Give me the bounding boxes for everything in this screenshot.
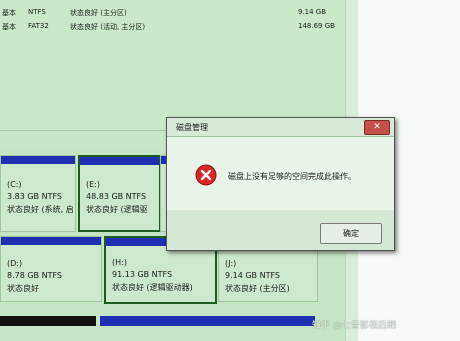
partition-name: (C:) (7, 180, 22, 189)
error-icon (195, 164, 217, 186)
volume-status: 状态良好 (主分区) (70, 9, 127, 17)
volume-row[interactable]: 基本 NTFS 状态良好 (主分区) 9.14 GB (0, 8, 345, 20)
unallocated-bar (0, 316, 96, 326)
partition-size: 9.14 GB NTFS (225, 271, 280, 280)
ok-button[interactable]: 确定 (320, 223, 382, 244)
watermark: 知乎 @七音影视后期 (312, 321, 396, 331)
volume-type: 基本 (2, 9, 16, 17)
volume-filesystem: FAT32 (28, 22, 49, 30)
partition-size: 8.78 GB NTFS (7, 271, 62, 280)
partition-size: 48.83 GB NTFS (86, 192, 147, 201)
partition-bar (80, 157, 159, 165)
partition-bar (100, 316, 315, 326)
volume-capacity: 148.69 GB (298, 22, 335, 30)
volume-row[interactable]: 基本 FAT32 状态良好 (活动, 主分区) 148.69 GB (0, 22, 345, 34)
dialog-body: 磁盘上没有足够的空间完成此操作。 (167, 137, 394, 210)
dialog-message: 磁盘上没有足够的空间完成此操作。 (228, 172, 356, 181)
volume-status: 状态良好 (活动, 主分区) (70, 23, 146, 31)
partition-status: 状态良好 (逻辑驱 (86, 205, 148, 214)
partition-status: 状态良好 (逻辑驱动器) (112, 283, 193, 292)
partition-name: (E:) (86, 180, 100, 189)
partition-status: 状态良好 (主分区) (225, 284, 290, 293)
dialog-footer: 确定 (167, 210, 394, 250)
dialog-title-bar[interactable]: 磁盘管理 ✕ (167, 118, 394, 137)
partition-e[interactable]: (E:) 48.83 GB NTFS 状态良好 (逻辑驱 (78, 155, 161, 232)
partition-name: (H:) (112, 258, 127, 267)
volume-type: 基本 (2, 23, 16, 31)
partition-size: 3.83 GB NTFS (7, 192, 62, 201)
partition-d[interactable]: (D:) 8.78 GB NTFS 状态良好 (0, 236, 102, 302)
partition-status: 状态良好 (7, 284, 39, 293)
error-dialog: 磁盘管理 ✕ 磁盘上没有足够的空间完成此操作。 确定 (166, 117, 395, 251)
partition-name: (D:) (7, 259, 23, 268)
close-button[interactable]: ✕ (364, 120, 390, 135)
dialog-title: 磁盘管理 (176, 123, 208, 132)
next-disk-bars (0, 316, 345, 326)
partition-status: 状态良好 (系统, 启 (7, 205, 74, 214)
partition-size: 91.13 GB NTFS (112, 270, 173, 279)
volume-list: 基本 NTFS 状态良好 (主分区) 9.14 GB 基本 FAT32 状态良好… (0, 0, 345, 131)
volume-capacity: 9.14 GB (298, 8, 327, 16)
partition-bar (1, 156, 75, 164)
volume-filesystem: NTFS (28, 8, 46, 16)
partition-name: (J:) (225, 259, 237, 268)
partition-c[interactable]: (C:) 3.83 GB NTFS 状态良好 (系统, 启 (0, 155, 76, 232)
partition-bar (1, 237, 101, 245)
